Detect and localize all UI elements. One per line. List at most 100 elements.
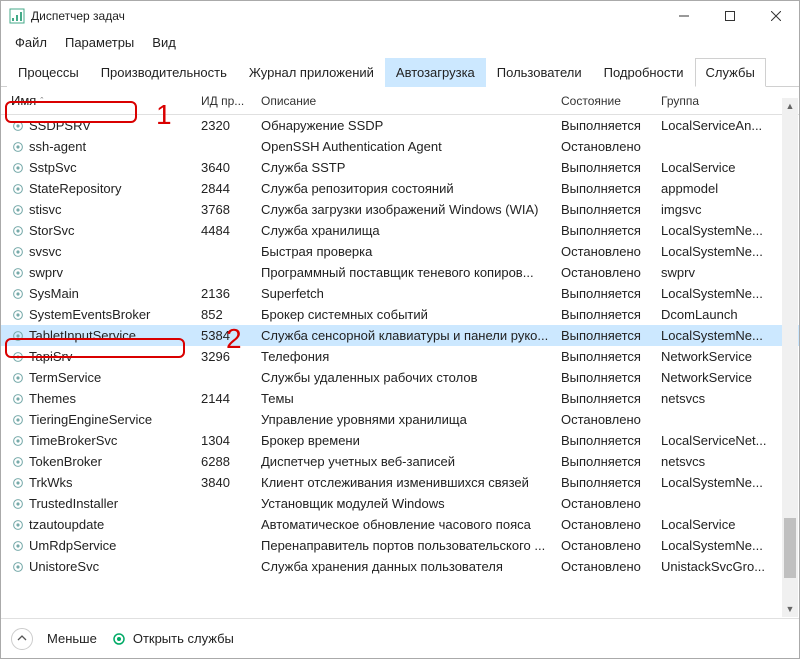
table-row[interactable]: TapiSrv3296ТелефонияВыполняетсяNetworkSe… <box>1 346 799 367</box>
scroll-thumb[interactable] <box>784 518 796 578</box>
table-row[interactable]: svsvcБыстрая проверкаОстановленоLocalSys… <box>1 241 799 262</box>
cell-desc: Управление уровнями хранилища <box>255 412 555 427</box>
table-row[interactable]: TermServiceСлужбы удаленных рабочих стол… <box>1 367 799 388</box>
menu-options[interactable]: Параметры <box>57 33 142 52</box>
col-header-state[interactable]: Состояние <box>555 94 655 108</box>
col-header-pid[interactable]: ИД пр... <box>195 94 255 108</box>
cell-desc: Перенаправитель портов пользовательского… <box>255 538 555 553</box>
scroll-up-icon[interactable]: ▲ <box>782 98 798 114</box>
scroll-down-icon[interactable]: ▼ <box>782 601 798 617</box>
cell-group: swprv <box>655 265 775 280</box>
table-row[interactable]: UnistoreSvc Служба хранения данных пользо… <box>1 556 799 577</box>
cell-state: Выполняется <box>555 160 655 175</box>
cell-pid: 2844 <box>195 181 255 196</box>
table-row[interactable]: TokenBroker6288Диспетчер учетных веб-зап… <box>1 451 799 472</box>
tab-startup[interactable]: Автозагрузка <box>385 58 486 87</box>
table-row[interactable]: StorSvc4484Служба хранилищаВыполняетсяLo… <box>1 220 799 241</box>
cell-name: StorSvc <box>5 223 195 238</box>
cell-name: TieringEngineService <box>5 412 195 427</box>
table-row[interactable]: TrustedInstallerУстановщик модулей Windo… <box>1 493 799 514</box>
tab-performance[interactable]: Производительность <box>90 58 238 87</box>
table-row[interactable]: UmRdpService Перенаправитель портов польз… <box>1 535 799 556</box>
col-header-desc[interactable]: Описание <box>255 94 555 108</box>
close-button[interactable] <box>753 1 799 31</box>
cell-group: LocalSystemNe... <box>655 244 775 259</box>
cell-state: Остановлено <box>555 265 655 280</box>
tab-processes[interactable]: Процессы <box>7 58 90 87</box>
cell-group: netsvcs <box>655 454 775 469</box>
cell-desc: Установщик модулей Windows <box>255 496 555 511</box>
service-icon <box>11 287 25 301</box>
cell-group: NetworkService <box>655 370 775 385</box>
service-icon <box>11 203 25 217</box>
cell-name: UmRdpService <box>5 538 195 553</box>
menu-view[interactable]: Вид <box>144 33 184 52</box>
cell-state: Выполняется <box>555 118 655 133</box>
gear-icon <box>111 631 127 647</box>
rows-container: SSDPSRV2320Обнаружение SSDPВыполняетсяLo… <box>1 115 799 655</box>
scrollbar[interactable]: ▲ ▼ <box>782 98 798 617</box>
table-row[interactable]: ssh-agentOpenSSH Authentication AgentОст… <box>1 136 799 157</box>
table-row[interactable]: TabletInputService5384Служба сенсорной к… <box>1 325 799 346</box>
open-services-link[interactable]: Открыть службы <box>111 631 234 647</box>
table-row[interactable]: TrkWks3840Клиент отслеживания изменивших… <box>1 472 799 493</box>
cell-state: Выполняется <box>555 328 655 343</box>
cell-group: LocalSystemNe... <box>655 328 775 343</box>
cell-name: UnistoreSvc <box>5 559 195 574</box>
table-row[interactable]: SystemEventsBroker852Брокер системных со… <box>1 304 799 325</box>
cell-group: appmodel <box>655 181 775 196</box>
cell-group: LocalSystemNe... <box>655 286 775 301</box>
col-header-group[interactable]: Группа <box>655 94 775 108</box>
service-icon <box>11 539 25 553</box>
services-grid: Имяˆ ИД пр... Описание Состояние Группа … <box>1 87 799 655</box>
fewer-details-button[interactable] <box>11 628 33 650</box>
cell-group: LocalService <box>655 160 775 175</box>
tab-users[interactable]: Пользователи <box>486 58 593 87</box>
cell-pid: 3296 <box>195 349 255 364</box>
tab-details[interactable]: Подробности <box>593 58 695 87</box>
table-row[interactable]: TieringEngineService Управление уровнями … <box>1 409 799 430</box>
cell-state: Остановлено <box>555 559 655 574</box>
cell-state: Остановлено <box>555 538 655 553</box>
cell-pid: 5384 <box>195 328 255 343</box>
service-icon <box>11 518 25 532</box>
cell-state: Выполняется <box>555 454 655 469</box>
cell-group: NetworkService <box>655 349 775 364</box>
menubar: Файл Параметры Вид <box>1 31 799 53</box>
cell-state: Выполняется <box>555 286 655 301</box>
menu-file[interactable]: Файл <box>7 33 55 52</box>
app-icon <box>9 8 25 24</box>
cell-desc: Служба хранения данных пользователя <box>255 559 555 574</box>
table-row[interactable]: stisvc3768Служба загрузки изображений Wi… <box>1 199 799 220</box>
cell-name: StateRepository <box>5 181 195 196</box>
cell-pid: 3768 <box>195 202 255 217</box>
cell-desc: Программный поставщик теневого копиров..… <box>255 265 555 280</box>
cell-group: LocalSystemNe... <box>655 538 775 553</box>
cell-state: Выполняется <box>555 202 655 217</box>
table-row[interactable]: tzautoupdateАвтоматическое обновление ча… <box>1 514 799 535</box>
service-icon <box>11 560 25 574</box>
cell-desc: Диспетчер учетных веб-записей <box>255 454 555 469</box>
tab-apphistory[interactable]: Журнал приложений <box>238 58 385 87</box>
cell-state: Остановлено <box>555 517 655 532</box>
table-row[interactable]: SstpSvc3640Служба SSTPВыполняетсяLocalSe… <box>1 157 799 178</box>
cell-name: TapiSrv <box>5 349 195 364</box>
cell-desc: Служба загрузки изображений Windows (WIA… <box>255 202 555 217</box>
cell-desc: Обнаружение SSDP <box>255 118 555 133</box>
cell-state: Остановлено <box>555 496 655 511</box>
table-row[interactable]: StateRepository2844Служба репозитория со… <box>1 178 799 199</box>
table-row[interactable]: SysMain2136SuperfetchВыполняетсяLocalSys… <box>1 283 799 304</box>
table-row[interactable]: Themes2144ТемыВыполняетсяnetsvcs <box>1 388 799 409</box>
tab-services[interactable]: Службы <box>695 58 766 87</box>
col-header-name[interactable]: Имяˆ <box>5 93 195 108</box>
cell-name: TokenBroker <box>5 454 195 469</box>
cell-name: SystemEventsBroker <box>5 307 195 322</box>
footer: Меньше Открыть службы <box>1 618 799 658</box>
maximize-button[interactable] <box>707 1 753 31</box>
table-row[interactable]: SSDPSRV2320Обнаружение SSDPВыполняетсяLo… <box>1 115 799 136</box>
service-icon <box>11 140 25 154</box>
cell-name: SstpSvc <box>5 160 195 175</box>
minimize-button[interactable] <box>661 1 707 31</box>
table-row[interactable]: TimeBrokerSvc1304Брокер времениВыполняет… <box>1 430 799 451</box>
table-row[interactable]: swprv Программный поставщик теневого копи… <box>1 262 799 283</box>
